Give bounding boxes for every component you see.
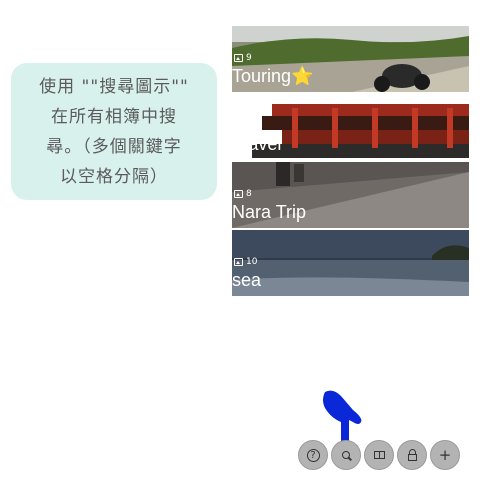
search-button[interactable] [331, 440, 361, 470]
album-card-touring[interactable]: 9 Touring⭐ [232, 26, 469, 92]
photo-icon [234, 258, 243, 266]
album-photo-count: 8 [234, 189, 252, 199]
album-photo-count: 9 [234, 53, 252, 63]
help-button[interactable]: ? [298, 440, 328, 470]
album-card-sea[interactable]: 10 sea [232, 230, 469, 296]
photo-icon [234, 190, 243, 198]
photo-icon [234, 54, 243, 62]
album-card-travel[interactable]: 6 Travel [232, 94, 469, 160]
bottom-toolbar: ? + [298, 440, 462, 472]
photo-icon [234, 122, 243, 130]
album-photo-count: 10 [234, 257, 257, 267]
help-icon: ? [306, 448, 320, 462]
album-card-nara-trip[interactable]: 8 Nara Trip [232, 162, 469, 228]
search-hint-tooltip: 使用 ""搜尋圖示"" 在所有相簿中搜 尋。（多個關鍵字 以空格分隔） [11, 63, 217, 200]
add-button[interactable]: + [430, 440, 460, 470]
album-photo-count: 6 [234, 121, 252, 131]
search-icon [342, 451, 352, 461]
album-title: Touring⭐ [232, 66, 314, 86]
search-hint-text: 使用 ""搜尋圖示"" 在所有相簿中搜 尋。（多個關鍵字 以空格分隔） [39, 76, 189, 187]
album-title: Nara Trip [232, 202, 307, 222]
pointer-hand-icon [323, 390, 362, 444]
album-button[interactable] [364, 440, 394, 470]
album-list: 9 Touring⭐ 6 Travel 8 Nara Trip 10 sea [232, 26, 469, 297]
album-title: Travel [232, 134, 282, 154]
album-title: sea [232, 270, 262, 290]
lock-button[interactable] [397, 440, 427, 470]
album-icon [373, 451, 385, 459]
lock-icon [407, 448, 417, 461]
add-icon: + [438, 446, 452, 464]
album-cover-image [232, 230, 469, 296]
